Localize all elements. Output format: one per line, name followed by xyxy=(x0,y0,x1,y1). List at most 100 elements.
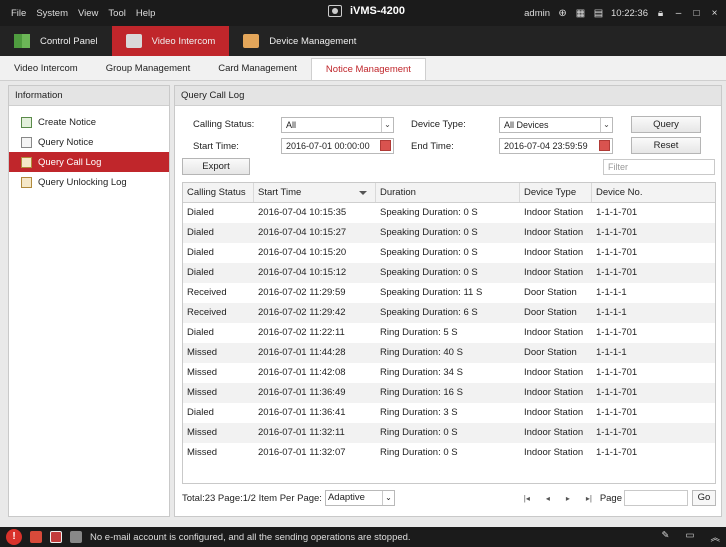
table-row[interactable]: Dialed 2016-07-01 11:36:41 Ring Duration: … xyxy=(183,403,715,423)
cell-start-time: 2016-07-01 11:32:11 xyxy=(258,427,345,438)
sidebar-item-create-notice[interactable]: Create Notice xyxy=(9,112,169,132)
close-icon[interactable]: × xyxy=(709,8,720,19)
menu-view[interactable]: View xyxy=(73,8,103,19)
device-type-select[interactable]: All Devices ⌄ xyxy=(499,117,613,133)
cell-calling-status: Dialed xyxy=(187,267,214,278)
cell-start-time: 2016-07-02 11:29:59 xyxy=(258,287,346,298)
column-header-device-type[interactable]: Device Type xyxy=(520,183,592,202)
last-page-icon[interactable]: ▸| xyxy=(586,494,592,503)
table-row[interactable]: Dialed 2016-07-02 11:22:11 Ring Duration: … xyxy=(183,323,715,343)
pin-icon[interactable]: ✎ xyxy=(662,530,670,544)
go-button[interactable]: Go xyxy=(692,490,716,506)
table-row[interactable]: Missed 2016-07-01 11:42:08 Ring Duration: … xyxy=(183,363,715,383)
video-intercom-icon xyxy=(125,34,142,48)
app-logo-icon xyxy=(328,5,342,17)
tab-device-management[interactable]: Device Management xyxy=(229,26,370,56)
cell-device-no: 1-1-1-1 xyxy=(596,347,627,358)
page-navigation: |◂ ◂ ▸ ▸| xyxy=(524,494,592,503)
cell-device-type: Door Station xyxy=(524,307,577,318)
next-page-icon[interactable]: ▸ xyxy=(566,494,570,503)
menu-tool[interactable]: Tool xyxy=(103,8,130,19)
call-log-icon xyxy=(21,156,32,168)
cell-device-no: 1-1-1-1 xyxy=(596,287,627,298)
first-page-icon[interactable]: |◂ xyxy=(524,494,530,503)
subtab-notice-management[interactable]: Notice Management xyxy=(310,58,426,80)
cell-device-no: 1-1-1-701 xyxy=(596,407,638,418)
sidebar: Information Create Notice Query Notice Q… xyxy=(8,85,170,517)
calling-status-select[interactable]: All ⌄ xyxy=(281,117,394,133)
status-bar: ! No e-mail account is configured, and a… xyxy=(0,527,726,547)
subtab-video-intercom[interactable]: Video Intercom xyxy=(0,58,92,80)
table-header: Calling Status Start Time Duration Devic… xyxy=(183,183,715,203)
sidebar-item-label: Query Notice xyxy=(38,136,94,148)
table-row[interactable]: Missed 2016-07-01 11:36:49 Ring Duration: … xyxy=(183,383,715,403)
column-header-start-time[interactable]: Start Time xyxy=(254,183,376,202)
query-button[interactable]: Query xyxy=(631,116,701,133)
cell-duration: Speaking Duration: 11 S xyxy=(380,287,483,298)
event-icon[interactable] xyxy=(50,531,62,543)
subtab-group-management[interactable]: Group Management xyxy=(92,58,205,80)
table-row[interactable]: Dialed 2016-07-04 10:15:12 Speaking Durati… xyxy=(183,263,715,283)
cell-start-time: 2016-07-01 11:44:28 xyxy=(258,347,346,358)
device-type-value: All Devices xyxy=(504,120,549,130)
window-icon[interactable]: ▭ xyxy=(686,530,695,544)
table-body: Dialed 2016-07-04 10:15:35 Speaking Durati… xyxy=(183,203,715,463)
menu-file[interactable]: File xyxy=(6,8,31,19)
minimize-icon[interactable]: – xyxy=(673,8,684,19)
cell-calling-status: Dialed xyxy=(187,227,214,238)
start-time-input[interactable]: 2016-07-01 00:00:00 xyxy=(281,138,394,154)
maximize-icon[interactable]: □ xyxy=(691,8,702,19)
reset-button[interactable]: Reset xyxy=(631,137,701,154)
table-row[interactable]: Received 2016-07-02 11:29:59 Speaking Dura… xyxy=(183,283,715,303)
end-time-input[interactable]: 2016-07-04 23:59:59 xyxy=(499,138,613,154)
cell-duration: Ring Duration: 3 S xyxy=(380,407,458,418)
cell-start-time: 2016-07-04 10:15:35 xyxy=(258,207,347,218)
table-row[interactable]: Missed 2016-07-01 11:44:28 Ring Duration: … xyxy=(183,343,715,363)
cell-device-type: Indoor Station xyxy=(524,267,584,278)
tab-video-intercom[interactable]: Video Intercom xyxy=(111,26,230,56)
tab-control-panel[interactable]: Control Panel xyxy=(0,26,112,56)
items-per-page-select[interactable]: Adaptive ⌄ xyxy=(324,490,395,506)
page-number-input[interactable] xyxy=(624,490,688,506)
column-header-duration[interactable]: Duration xyxy=(376,183,520,202)
menu-bar: File System View Tool Help xyxy=(6,8,160,19)
globe-icon[interactable]: ⊕ xyxy=(557,8,568,19)
table-row[interactable]: Dialed 2016-07-04 10:15:20 Speaking Durati… xyxy=(183,243,715,263)
cell-device-type: Indoor Station xyxy=(524,367,584,378)
table-row[interactable]: Received 2016-07-02 11:29:42 Speaking Dura… xyxy=(183,303,715,323)
menu-help[interactable]: Help xyxy=(131,8,161,19)
alarm-icon[interactable] xyxy=(30,531,42,543)
export-button[interactable]: Export xyxy=(182,158,250,175)
cell-device-type: Door Station xyxy=(524,347,577,358)
sound-icon[interactable] xyxy=(70,531,82,543)
cell-device-type: Indoor Station xyxy=(524,427,584,438)
sidebar-item-label: Query Unlocking Log xyxy=(38,176,127,188)
sub-tabs: Video Intercom Group Management Card Man… xyxy=(0,56,726,81)
collapse-icon[interactable]: ︽ xyxy=(710,530,720,544)
cell-duration: Speaking Duration: 0 S xyxy=(380,207,478,218)
previous-page-icon[interactable]: ◂ xyxy=(546,494,550,503)
keyboard-icon[interactable]: ▦ xyxy=(575,8,586,19)
query-notice-icon xyxy=(21,136,32,148)
calendar-icon[interactable] xyxy=(380,140,391,151)
sidebar-item-query-call-log[interactable]: Query Call Log xyxy=(9,152,169,172)
table-row[interactable]: Dialed 2016-07-04 10:15:35 Speaking Durati… xyxy=(183,203,715,223)
table-row[interactable]: Dialed 2016-07-04 10:15:27 Speaking Durati… xyxy=(183,223,715,243)
cell-duration: Speaking Duration: 6 S xyxy=(380,307,478,318)
sidebar-item-query-unlocking-log[interactable]: Query Unlocking Log xyxy=(9,172,169,192)
table-row[interactable]: Missed 2016-07-01 11:32:11 Ring Duration: … xyxy=(183,423,715,443)
menu-system[interactable]: System xyxy=(31,8,73,19)
calendar-icon[interactable] xyxy=(599,140,610,151)
sort-desc-icon xyxy=(359,191,367,195)
column-header-calling-status[interactable]: Calling Status xyxy=(183,183,254,202)
column-header-device-no[interactable]: Device No. xyxy=(592,183,715,202)
table-row[interactable]: Missed 2016-07-01 11:32:07 Ring Duration: … xyxy=(183,443,715,463)
calendar-icon[interactable]: ▤ xyxy=(593,8,604,19)
sidebar-item-query-notice[interactable]: Query Notice xyxy=(9,132,169,152)
cell-calling-status: Received xyxy=(187,287,227,298)
control-panel-icon xyxy=(14,34,30,48)
subtab-card-management[interactable]: Card Management xyxy=(204,58,311,80)
warning-icon[interactable]: ! xyxy=(6,529,22,545)
filter-input[interactable]: Filter xyxy=(603,159,715,175)
lock-icon[interactable]: 🔒︎ xyxy=(655,8,666,19)
